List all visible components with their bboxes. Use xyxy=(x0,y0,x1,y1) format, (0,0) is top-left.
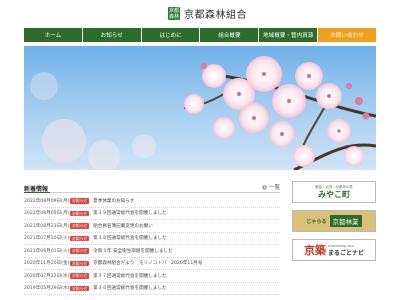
banner-kyochiku-title: まるごとナビ xyxy=(327,249,364,257)
site-header: 京都森林 京都森林組合 xyxy=(0,0,400,28)
news-item[interactable]: 2019年05月29日(水) お知らせ 第３６回通常総代会を開催しました xyxy=(24,283,280,295)
news-list-link[interactable]: 一覧 xyxy=(262,183,280,191)
hero-image xyxy=(24,46,376,170)
banner-kyoto-forestry[interactable]: じゃらる 京都林業 xyxy=(292,210,376,232)
news-title[interactable]: 組合員名簿記載変更のお願い xyxy=(93,223,153,229)
news-badge: お知らせ xyxy=(70,223,90,229)
news-date: 2022年08月09日(月) xyxy=(24,198,70,204)
site-logo[interactable]: 京都森林 京都森林組合 xyxy=(168,6,247,21)
section-divider xyxy=(24,192,280,193)
nav-overview[interactable]: 組合概要 xyxy=(200,28,259,42)
news-badge: お知らせ xyxy=(70,210,90,216)
news-date: 2021年06月01日(火) xyxy=(24,248,70,254)
news-badge: お知らせ xyxy=(70,273,90,279)
banner-miyako-town[interactable]: 都会・近郊・京都市の里 みやこ町 xyxy=(292,181,376,203)
news-title[interactable]: 夏季休業のお知らせ xyxy=(93,198,134,204)
news-item[interactable]: 2020年11月20日(金) お知らせ 京都森林組合だより モリノコトバ 202… xyxy=(24,258,280,270)
cherry-blossom-illustration xyxy=(30,56,376,170)
news-item[interactable]: 2021年08月23日(月) お知らせ 組合員名簿記載変更のお願い xyxy=(24,220,280,233)
news-badge: お知らせ xyxy=(70,235,90,241)
news-title[interactable]: 令和３年 安全衛生取組を開催しました xyxy=(93,248,173,254)
nav-region[interactable]: 地域概要・管内資源 xyxy=(259,28,318,42)
banner-kyochiku-navi[interactable]: 京築 KANKOKENJI NAVI まるごとナビ xyxy=(292,239,376,261)
news-date: 2022年08月05日(月) xyxy=(24,211,70,217)
news-title[interactable]: 第３９回通常総代会を開催しました xyxy=(93,210,167,216)
news-title[interactable]: 第３６回通常総代会を開催しました xyxy=(93,285,167,291)
news-date: 2020年07月22日(水) xyxy=(24,273,70,279)
site-name: 京都森林組合 xyxy=(184,10,247,21)
news-list-link-label: 一覧 xyxy=(269,185,281,191)
news-item[interactable]: 2020年07月22日(水) お知らせ 第３７回通常総代会を開催しました xyxy=(24,270,280,283)
banner-forestry-right: 京都林業 xyxy=(329,215,362,227)
news-item[interactable]: 2022年08月05日(月) お知らせ 第３９回通常総代会を開催しました xyxy=(24,208,280,220)
news-title[interactable]: 京都森林組合だより モリノコトバ 2020年11月号 xyxy=(93,260,202,266)
news-item[interactable]: 2021年07月20日(火) お知らせ 第３８回通常総代会を開催しました xyxy=(24,233,280,245)
news-title[interactable]: 第３８回通常総代会を開催しました xyxy=(93,235,167,241)
news-date: 2021年07月20日(火) xyxy=(24,236,70,242)
banner-kyochiku-logo: 京築 xyxy=(303,244,326,257)
news-badge: お知らせ xyxy=(70,260,90,266)
banner-forestry-left: じゃらる xyxy=(306,218,327,225)
banner-miyako-title: みやこ町 xyxy=(317,190,350,199)
main-nav: ホーム お知らせ はじめに 組合概要 地域概要・管内資源 お問い合わせ xyxy=(24,28,376,42)
news-item[interactable]: 2022年08月09日(月) お知らせ 夏季休業のお知らせ xyxy=(24,195,280,208)
section-divider-accent xyxy=(24,192,50,193)
news-date: 2020年11月20日(金) xyxy=(24,261,70,267)
nav-intro[interactable]: はじめに xyxy=(141,28,200,42)
news-list: 2022年08月09日(月) お知らせ 夏季休業のお知らせ 2022年08月05… xyxy=(24,195,280,295)
nav-contact[interactable]: お問い合わせ xyxy=(318,28,376,42)
nav-home[interactable]: ホーム xyxy=(24,28,82,42)
logo-mark-text: 京都森林 xyxy=(168,7,179,20)
news-badge: お知らせ xyxy=(70,248,90,254)
logo-mark-icon: 京都森林 xyxy=(168,7,180,20)
news-badge: お知らせ xyxy=(70,198,90,204)
nav-news[interactable]: お知らせ xyxy=(82,28,141,42)
news-title[interactable]: 第３７回通常総代会を開催しました xyxy=(93,273,167,279)
news-item[interactable]: 2021年06月01日(火) お知らせ 令和３年 安全衛生取組を開催しました xyxy=(24,245,280,258)
news-badge: お知らせ xyxy=(70,285,90,291)
list-arrow-icon xyxy=(262,184,267,190)
news-date: 2021年08月23日(月) xyxy=(24,223,70,229)
news-date: 2019年05月29日(水) xyxy=(24,286,70,292)
